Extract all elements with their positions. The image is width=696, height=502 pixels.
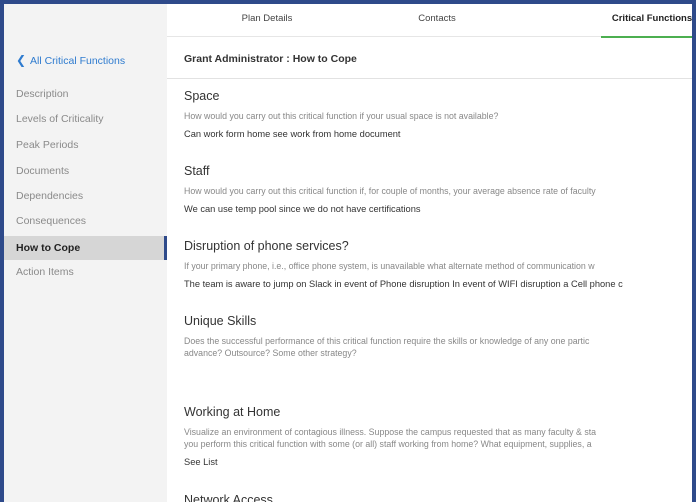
sidebar: ❮ All Critical Functions Description Leve… — [4, 4, 167, 502]
section-question-line: you perform this critical function with … — [184, 439, 592, 449]
back-link-label: All Critical Functions — [30, 55, 126, 67]
section-staff: Staff How would you carry out this criti… — [184, 164, 692, 215]
section-heading: Staff — [184, 164, 210, 178]
section-question-line: Does the successful performance of this … — [184, 336, 590, 346]
section-working-at-home: Working at Home Visualize an environment… — [184, 405, 692, 468]
section-question: How would you carry out this critical fu… — [184, 186, 596, 196]
section-answer[interactable]: See List — [184, 456, 692, 468]
sidebar-item-consequences[interactable]: Consequences — [4, 209, 167, 233]
sidebar-item-documents[interactable]: Documents — [4, 159, 167, 183]
page-title: Grant Administrator : How to Cope — [184, 53, 357, 65]
section-answer[interactable]: The team is aware to jump on Slack in ev… — [184, 278, 692, 290]
section-unique-skills: Unique Skills Does the successful perfor… — [184, 314, 692, 365]
sidebar-item-description[interactable]: Description — [4, 82, 167, 106]
section-question-line: advance? Outsource? Some other strategy? — [184, 348, 357, 358]
sidebar-item-action-items[interactable]: Action Items — [4, 260, 167, 284]
main-content: Grant Administrator : How to Cope Space … — [167, 37, 692, 502]
section-answer[interactable]: We can use temp pool since we do not hav… — [184, 203, 692, 215]
section-question-line: Visualize an environment of contagious i… — [184, 427, 597, 437]
section-question: If your primary phone, i.e., office phon… — [184, 261, 595, 271]
tab-contacts[interactable]: Contacts — [402, 4, 472, 37]
section-space: Space How would you carry out this criti… — [184, 89, 692, 140]
app-frame: ❮ All Critical Functions Description Leve… — [4, 4, 692, 502]
section-heading: Space — [184, 89, 220, 103]
sidebar-item-peak-periods[interactable]: Peak Periods — [4, 133, 167, 157]
section-heading: Working at Home — [184, 405, 281, 419]
sidebar-item-levels-of-criticality[interactable]: Levels of Criticality — [4, 107, 167, 131]
section-answer[interactable]: Can work form home see work from home do… — [184, 128, 692, 140]
back-to-all-critical-functions-link[interactable]: ❮ All Critical Functions — [16, 53, 125, 67]
section-disruption-of-phone-services: Disruption of phone services? If your pr… — [184, 239, 692, 290]
section-heading: Network Access — [184, 493, 273, 502]
top-tab-bar: Plan Details Contacts Critical Functions — [167, 4, 692, 38]
section-network-access: Network Access — [184, 493, 692, 502]
title-divider — [167, 78, 692, 79]
section-heading: Unique Skills — [184, 314, 257, 328]
sidebar-item-how-to-cope[interactable]: How to Cope — [4, 236, 167, 260]
section-question: How would you carry out this critical fu… — [184, 111, 499, 121]
chevron-left-icon: ❮ — [16, 53, 27, 67]
tab-plan-details[interactable]: Plan Details — [227, 4, 307, 37]
tab-critical-functions[interactable]: Critical Functions — [601, 4, 692, 38]
sidebar-item-dependencies[interactable]: Dependencies — [4, 184, 167, 208]
section-heading: Disruption of phone services? — [184, 239, 349, 253]
